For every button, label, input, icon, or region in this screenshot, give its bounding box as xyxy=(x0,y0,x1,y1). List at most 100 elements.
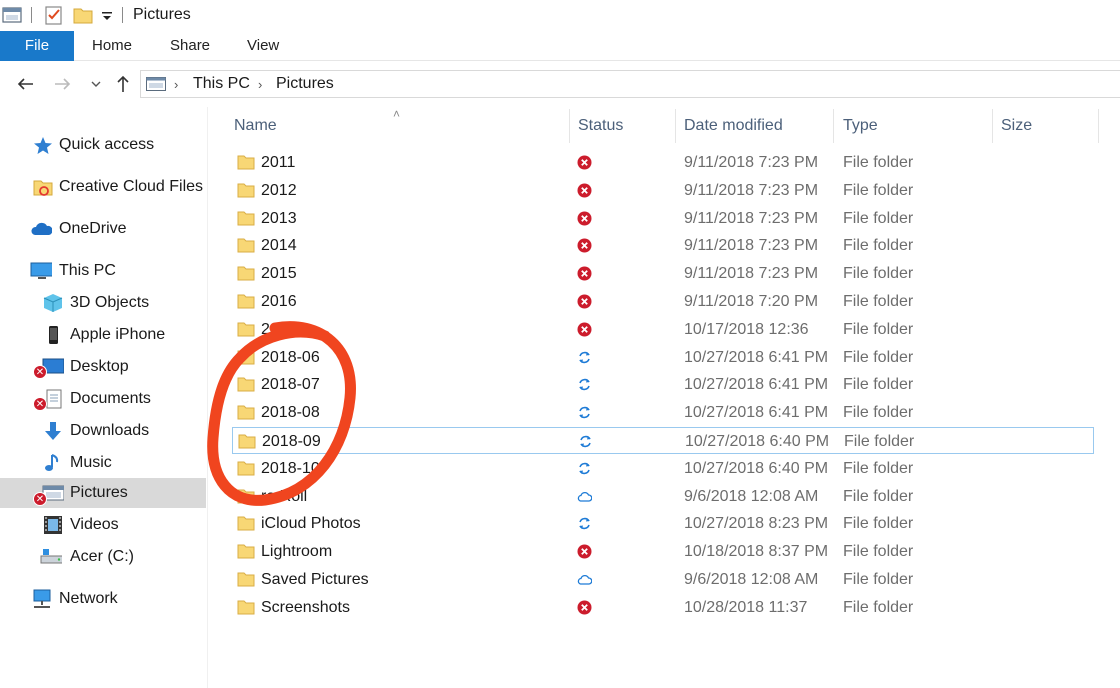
column-divider[interactable] xyxy=(1098,109,1099,143)
sidebar-item-3d-objects[interactable]: 3D Objects xyxy=(0,288,206,318)
tab-home[interactable]: Home xyxy=(92,31,132,61)
column-header-name[interactable]: Name xyxy=(234,117,277,135)
up-arrow-icon xyxy=(117,75,129,92)
file-type: File folder xyxy=(843,376,914,394)
table-row[interactable]: 2016 9/11/2018 7:20 PM File folder xyxy=(232,288,1094,315)
table-row[interactable]: Lightroom 10/18/2018 8:37 PM File folder xyxy=(232,538,1094,565)
sidebar-item-desktop[interactable]: ✕ Desktop xyxy=(0,352,206,382)
date-modified: 10/27/2018 6:40 PM xyxy=(685,433,830,450)
column-header-date-modified[interactable]: Date modified xyxy=(684,117,783,135)
address-box[interactable]: › This PC › Pictures xyxy=(140,70,1120,98)
breadcrumb-pictures[interactable]: Pictures xyxy=(276,75,334,93)
breadcrumb-this-pc[interactable]: This PC xyxy=(193,75,250,93)
table-row[interactable]: 2018-07 10/27/2018 6:41 PM File folder xyxy=(232,371,1094,398)
sidebar-item-documents[interactable]: ✕ Documents xyxy=(0,384,206,414)
sidebar-item-onedrive[interactable]: OneDrive xyxy=(0,214,206,244)
new-folder-icon[interactable] xyxy=(73,5,93,25)
table-row[interactable]: 2011 9/11/2018 7:23 PM File folder xyxy=(232,149,1094,176)
tab-view[interactable]: View xyxy=(247,31,279,61)
table-row[interactable]: Saved Pictures 9/6/2018 12:08 AM File fold… xyxy=(232,566,1094,593)
date-modified: 9/11/2018 7:20 PM xyxy=(684,293,819,310)
customize-toolbar-dropdown-icon[interactable] xyxy=(101,10,113,22)
recent-locations-button[interactable] xyxy=(85,73,107,95)
sidebar-item-label: Creative Cloud Files xyxy=(59,178,204,195)
tab-share[interactable]: Share xyxy=(170,31,210,61)
date-modified: 10/27/2018 6:41 PM xyxy=(684,404,829,422)
table-row[interactable]: 2018-08 10/27/2018 6:41 PM File folder xyxy=(232,399,1094,426)
date-modified: 9/6/2018 12:08 AM xyxy=(684,571,819,588)
date-modified: 10/27/2018 6:41 PM xyxy=(684,348,829,366)
date-modified: 9/11/2018 7:23 PM xyxy=(684,181,819,199)
properties-icon[interactable] xyxy=(44,4,64,26)
forward-arrow-icon xyxy=(55,78,71,90)
sidebar-item-label: Apple iPhone xyxy=(70,326,166,343)
column-divider[interactable] xyxy=(675,109,676,143)
breadcrumb-separator-icon[interactable]: › xyxy=(258,77,262,92)
up-button[interactable] xyxy=(112,73,134,95)
file-name: 2016 xyxy=(261,293,297,310)
tab-file[interactable]: File xyxy=(0,31,74,61)
file-name: 2018-09 xyxy=(262,433,321,450)
table-row[interactable]: 2014 9/11/2018 7:23 PM File folder xyxy=(232,232,1094,259)
table-row[interactable]: 2012 9/11/2018 7:23 PM File folder xyxy=(232,177,1094,204)
sidebar-item-creative-cloud[interactable]: Creative Cloud Files xyxy=(0,172,206,202)
file-name: 2015 xyxy=(261,265,297,283)
file-type: File folder xyxy=(843,154,914,171)
file-type: File folder xyxy=(843,459,914,477)
sidebar-item-label: Documents xyxy=(70,390,151,407)
cloud-only-icon xyxy=(577,574,592,585)
table-row[interactable]: 2018-06 10/27/2018 6:41 PM File folder xyxy=(232,344,1094,371)
table-row[interactable]: 2018-10 10/27/2018 6:40 PM File folder xyxy=(232,455,1094,482)
sidebar-item-quick-access[interactable]: Quick access xyxy=(0,130,206,160)
table-row[interactable]: 2018-09 10/27/2018 6:40 PM File folder xyxy=(232,427,1094,454)
column-divider[interactable] xyxy=(992,109,993,143)
column-header-status[interactable]: Status xyxy=(578,117,623,135)
forward-button[interactable] xyxy=(52,73,74,95)
sidebar-item-videos[interactable]: Videos xyxy=(0,510,206,540)
sidebar-item-label: Pictures xyxy=(70,484,128,501)
file-type: File folder xyxy=(843,515,914,533)
sync-error-overlay-icon: ✕ xyxy=(33,492,47,506)
file-type: File folder xyxy=(843,487,914,505)
phone-icon xyxy=(49,326,58,344)
folder-icon xyxy=(237,350,255,365)
sidebar-item-music[interactable]: Music xyxy=(0,448,206,478)
syncing-icon xyxy=(579,379,590,391)
back-button[interactable] xyxy=(14,73,36,95)
sidebar-item-pictures[interactable]: ✕ Pictures xyxy=(0,478,206,508)
column-divider[interactable] xyxy=(569,109,570,143)
breadcrumb-separator-icon[interactable]: › xyxy=(174,77,178,92)
table-row[interactable]: Screenshots 10/28/2018 11:37 File folder xyxy=(232,594,1094,621)
file-name: 2018-10 xyxy=(261,459,320,477)
sidebar-item-network[interactable]: Network xyxy=(0,584,206,614)
folder-icon xyxy=(237,238,255,253)
sync-error-icon xyxy=(577,211,592,226)
drive-icon xyxy=(40,549,62,564)
sidebar-item-apple-iphone[interactable]: Apple iPhone xyxy=(0,320,206,350)
table-row[interactable]: 2015 9/11/2018 7:23 PM File folder xyxy=(232,260,1094,287)
sidebar-item-label: Desktop xyxy=(70,358,129,375)
table-row[interactable]: 2013 9/11/2018 7:23 PM File folder xyxy=(232,205,1094,232)
sidebar-item-this-pc[interactable]: This PC xyxy=(0,256,206,286)
column-divider[interactable] xyxy=(833,109,834,143)
film-icon xyxy=(44,516,62,534)
table-row[interactable]: iCloud Photos 10/27/2018 8:23 PM File fold… xyxy=(232,510,1094,537)
file-type: File folder xyxy=(844,433,915,450)
sidebar-item-label: Music xyxy=(70,454,112,471)
date-modified: 9/11/2018 7:23 PM xyxy=(684,237,819,255)
onedrive-cloud-icon xyxy=(31,222,52,235)
table-row[interactable]: ra Roll 9/6/2018 12:08 AM File folder xyxy=(232,483,1094,510)
file-name: iCloud Photos xyxy=(261,515,361,533)
file-list-view: ˄ Name Status Date modified Type Size 20… xyxy=(207,107,1120,688)
column-header-type[interactable]: Type xyxy=(843,117,878,135)
folder-icon xyxy=(237,211,255,226)
sync-error-icon xyxy=(577,322,592,337)
sidebar-item-downloads[interactable]: Downloads xyxy=(0,416,206,446)
table-row[interactable]: 20 10/17/2018 12:36 File folder xyxy=(232,316,1094,343)
sidebar-item-acer-drive[interactable]: Acer (C:) xyxy=(0,542,206,572)
date-modified: 10/27/2018 8:23 PM xyxy=(684,515,829,533)
column-header-size[interactable]: Size xyxy=(1001,117,1032,135)
date-modified: 10/28/2018 11:37 xyxy=(684,598,808,616)
file-type: File folder xyxy=(843,265,914,283)
syncing-icon xyxy=(579,462,590,474)
